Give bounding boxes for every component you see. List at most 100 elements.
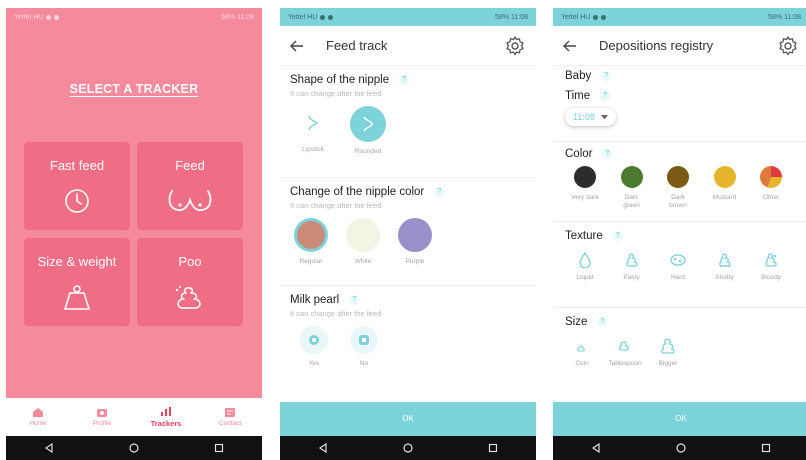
- nav-label: Contact: [218, 420, 242, 427]
- color-option-dark-green[interactable]: Dark green: [612, 166, 652, 210]
- gear-icon[interactable]: [777, 35, 799, 57]
- time-select[interactable]: 11:08: [565, 108, 616, 126]
- clock-icon: [65, 189, 89, 213]
- recents-square-icon[interactable]: [488, 443, 498, 453]
- option-label: Other: [762, 194, 780, 201]
- tile-poo[interactable]: Poo: [137, 238, 243, 326]
- ok-button[interactable]: OK: [553, 402, 806, 436]
- option-no[interactable]: No: [350, 326, 378, 368]
- help-icon[interactable]: ?: [600, 91, 611, 101]
- color-option-other[interactable]: Other: [751, 166, 791, 210]
- color-swatch: [620, 166, 643, 188]
- back-triangle-icon[interactable]: [591, 443, 601, 453]
- help-icon[interactable]: ?: [349, 295, 360, 305]
- back-button[interactable]: [563, 34, 587, 58]
- section-title: Change of the nipple color: [290, 186, 425, 198]
- battery-time: 58% 11:09: [221, 13, 254, 21]
- droplet-icon: [579, 252, 591, 268]
- help-icon[interactable]: ?: [601, 71, 612, 81]
- android-nav-bar: [6, 436, 262, 460]
- option-label: Regular: [299, 258, 323, 265]
- breast-icon: [168, 190, 212, 212]
- option-label: Yes: [308, 360, 320, 367]
- lipstick-nipple-icon: [308, 115, 318, 131]
- nav-label: Profile: [92, 420, 112, 427]
- size-option-bigger[interactable]: Bigger: [651, 338, 685, 368]
- color-swatch: [346, 218, 380, 252]
- option-label: Mustard: [712, 194, 737, 201]
- back-button[interactable]: [290, 34, 314, 58]
- tile-size-weight[interactable]: Size & weight: [24, 238, 130, 326]
- option-white[interactable]: White: [346, 218, 380, 266]
- color-option-dark-brown[interactable]: Dark brown: [658, 166, 698, 210]
- texture-option-liquid[interactable]: Liquid: [565, 252, 605, 282]
- texture-option-pasty[interactable]: Pasty: [612, 252, 652, 282]
- nav-profile[interactable]: Profile: [77, 407, 127, 427]
- color-option-mustard[interactable]: Mustard: [705, 166, 745, 210]
- home-circle-icon[interactable]: [676, 443, 686, 453]
- help-icon[interactable]: ?: [612, 231, 623, 241]
- help-icon[interactable]: ?: [597, 317, 608, 327]
- pearl-yes-icon: [309, 335, 319, 345]
- option-yes[interactable]: Yes: [300, 326, 328, 368]
- color-swatch: [713, 166, 736, 188]
- option-lipstick[interactable]: Lipstick: [296, 106, 330, 156]
- help-icon[interactable]: ?: [602, 149, 613, 159]
- home-circle-icon[interactable]: [129, 443, 139, 453]
- arrow-left-icon: [563, 40, 576, 51]
- texture-option-snotty[interactable]: Snotty: [705, 252, 745, 282]
- carrier-text: Yettel HU: [561, 13, 591, 21]
- snotty-poo-icon: [718, 253, 731, 268]
- baby-row[interactable]: Baby?: [553, 66, 806, 86]
- baby-label: Baby: [565, 70, 592, 82]
- android-nav-bar: [553, 436, 806, 460]
- bigger-size-icon: [661, 338, 675, 354]
- hard-poo-icon: [670, 254, 686, 266]
- status-bar: Yettel HU 58% 11:08: [280, 8, 536, 26]
- nav-trackers[interactable]: Trackers: [141, 406, 191, 428]
- chevron-down-icon: [600, 114, 608, 119]
- option-purple[interactable]: Purple: [398, 218, 432, 266]
- section-title: Milk pearl: [290, 294, 340, 306]
- scale-weight-icon: [64, 285, 90, 310]
- recents-square-icon[interactable]: [761, 443, 771, 453]
- time-label: Time: [565, 90, 591, 102]
- section-title: Shape of the nipple: [290, 74, 390, 86]
- ok-button[interactable]: OK: [280, 402, 536, 436]
- tile-feed[interactable]: Feed: [137, 142, 243, 230]
- tile-fast-feed[interactable]: Fast feed: [24, 142, 130, 230]
- time-value: 11:08: [573, 112, 595, 122]
- trackers-screen: Yettel HU 58% 11:09 SELECT A TRACKER Fas…: [6, 8, 262, 460]
- feed-track-screen: Yettel HU 58% 11:08 Feed track Shape of …: [280, 8, 536, 460]
- tile-label: Size & weight: [37, 254, 117, 269]
- tile-label: Fast feed: [49, 158, 105, 173]
- nav-contact[interactable]: Contact: [205, 407, 255, 427]
- rounded-nipple-icon: [363, 116, 373, 132]
- nav-home[interactable]: Home: [13, 407, 63, 427]
- option-label: Rounded: [354, 148, 382, 155]
- help-icon[interactable]: ?: [399, 75, 410, 85]
- status-bar: Yettel HU 58% 11:08: [553, 8, 806, 26]
- tile-label: Feed: [175, 158, 205, 173]
- color-option-very-dark[interactable]: Very dark: [565, 166, 605, 210]
- recents-square-icon[interactable]: [214, 443, 224, 453]
- tile-label: Poo: [178, 254, 202, 269]
- texture-option-hard[interactable]: Hard: [658, 252, 698, 282]
- nav-label: Home: [29, 420, 47, 427]
- texture-option-bloody[interactable]: Bloody: [751, 252, 791, 282]
- help-icon[interactable]: ?: [434, 187, 445, 197]
- size-option-tablespoon[interactable]: Tablespoon: [605, 338, 645, 368]
- option-label: Hard: [670, 274, 686, 281]
- contact-icon: [225, 408, 235, 417]
- status-bar: Yettel HU 58% 11:09: [6, 8, 262, 26]
- gear-icon[interactable]: [504, 35, 526, 57]
- home-circle-icon[interactable]: [403, 443, 413, 453]
- carrier-text: Yettel HU: [288, 13, 318, 21]
- option-regular[interactable]: Regular: [294, 218, 328, 266]
- size-option-coin[interactable]: Coin: [565, 338, 599, 368]
- coin-size-icon: [577, 345, 585, 352]
- option-rounded[interactable]: Rounded: [350, 106, 386, 156]
- battery-time: 58% 11:08: [495, 13, 528, 21]
- back-triangle-icon[interactable]: [44, 443, 54, 453]
- back-triangle-icon[interactable]: [318, 443, 328, 453]
